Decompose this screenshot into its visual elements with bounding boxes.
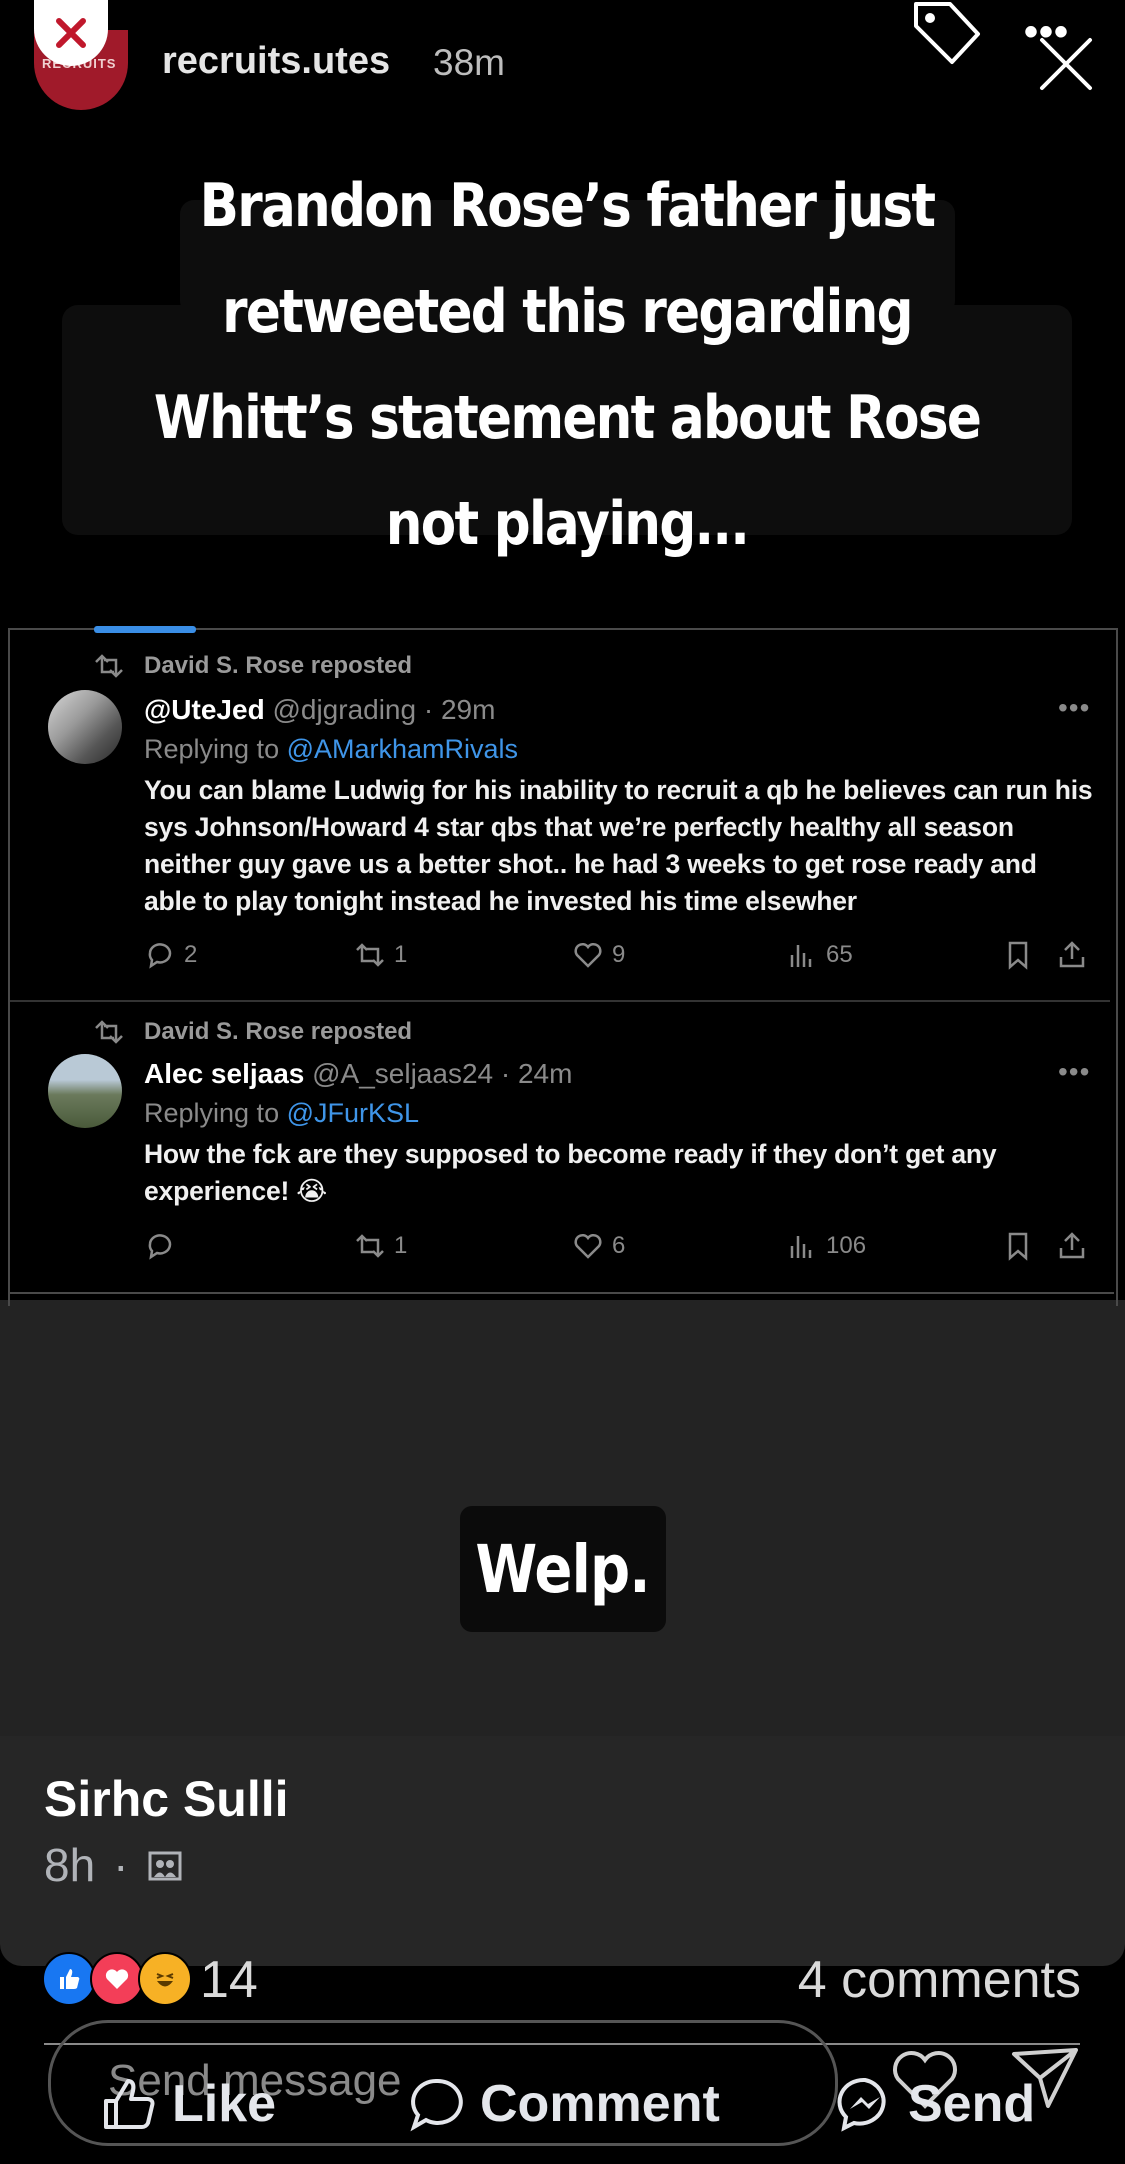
tweet-actions: 2 1 9 65	[144, 939, 1094, 979]
close-icon	[56, 18, 86, 48]
retweet-button[interactable]: 1	[354, 939, 407, 971]
thumbs-up-icon	[104, 2079, 155, 2129]
share-icon	[1059, 1232, 1085, 1259]
views-icon	[790, 945, 812, 967]
reaction-icons[interactable]	[42, 1952, 192, 2006]
reply-icon	[148, 1234, 172, 1260]
views-button[interactable]: 65	[786, 939, 853, 971]
tweet-header: @UteJed @djgrading · 29m	[144, 694, 495, 726]
tweet-actions: 1 6 106	[144, 1230, 1094, 1270]
haha-reaction-icon	[138, 1952, 192, 2006]
tweet-card: David S. Rose reposted @UteJed @djgradin…	[10, 636, 1110, 1002]
reply-button[interactable]	[144, 1230, 184, 1262]
heart-icon	[574, 942, 602, 968]
send-action-button[interactable]: Send	[836, 2074, 1035, 2134]
repost-label: David S. Rose reposted	[144, 652, 413, 679]
share-button[interactable]	[1056, 939, 1088, 971]
repost-icon	[95, 1020, 123, 1044]
tweet-more-icon[interactable]: •••	[1058, 1056, 1090, 1088]
retweet-button[interactable]: 1	[354, 1230, 407, 1262]
tweet-body: How the fck are they supposed to become …	[144, 1139, 997, 1206]
send-action-label: Send	[908, 2075, 1036, 2133]
story-time-ago: 38m	[433, 42, 505, 83]
replying-to-line: Replying to @JFurKSL	[144, 1098, 419, 1129]
views-count: 106	[826, 1232, 867, 1259]
tweet-author-name[interactable]: Alec seljaas	[144, 1058, 304, 1089]
story-progress-bar	[94, 626, 196, 633]
tweet-card: David S. Rose reposted Alec seljaas @A_s…	[10, 1002, 1110, 1294]
like-button[interactable]: 9	[572, 939, 625, 971]
retweet-icon	[356, 1234, 384, 1258]
post-meta: 8h ·	[44, 1838, 183, 1892]
retweet-count: 1	[394, 941, 408, 968]
share-button[interactable]	[1056, 1230, 1088, 1262]
repost-line: David S. Rose reposted	[92, 652, 412, 680]
retweet-count: 1	[394, 1232, 408, 1259]
like-action-label: Like	[172, 2075, 277, 2133]
headline-container: Brandon Rose’s father just retweeted thi…	[62, 171, 1072, 559]
messenger-icon	[837, 2077, 886, 2132]
heart-icon	[574, 1233, 602, 1259]
replying-prefix: Replying to	[144, 734, 287, 764]
like-action-button[interactable]: Like	[100, 2074, 276, 2134]
story-caption: Welp.	[475, 1530, 651, 1608]
bookmark-button[interactable]	[1002, 1230, 1034, 1262]
replying-prefix: Replying to	[144, 1098, 287, 1128]
love-reaction-icon	[90, 1952, 144, 2006]
reply-icon	[148, 943, 172, 969]
tweet-body: You can blame Ludwig for his inability t…	[144, 775, 1093, 916]
comment-bubble-icon	[410, 2078, 463, 2132]
avatar[interactable]	[48, 1054, 122, 1128]
bookmark-icon	[1008, 941, 1028, 970]
views-icon	[790, 1236, 812, 1258]
tweet-frame-bottom	[8, 1292, 1114, 1294]
tweet-handle-time: @djgrading · 29m	[272, 694, 496, 725]
replying-to-mention[interactable]: @AMarkhamRivals	[287, 734, 518, 764]
like-reaction-icon	[42, 1952, 96, 2006]
repost-label: David S. Rose reposted	[144, 1018, 413, 1045]
repost-icon	[95, 654, 123, 678]
tag-icon[interactable]	[902, 0, 982, 70]
share-icon	[1059, 941, 1085, 968]
story-headline: Brandon Rose’s father just retweeted thi…	[153, 171, 982, 559]
replying-to-line: Replying to @AMarkhamRivals	[144, 734, 518, 765]
x-icon[interactable]	[1036, 34, 1096, 94]
post-time: 8h	[44, 1839, 96, 1891]
reaction-count[interactable]: 14	[200, 1950, 258, 2010]
reply-count: 2	[184, 941, 198, 968]
repost-line: David S. Rose reposted	[92, 1018, 412, 1046]
retweet-icon	[356, 943, 384, 967]
tweet-handle-time: @A_seljaas24 · 24m	[312, 1058, 573, 1089]
replying-to-mention[interactable]: @JFurKSL	[287, 1098, 419, 1128]
views-button[interactable]: 106	[786, 1230, 866, 1262]
bookmark-icon	[1008, 1232, 1028, 1261]
tweet-more-icon[interactable]: •••	[1058, 692, 1090, 724]
views-count: 65	[826, 941, 853, 968]
tweet-author-name[interactable]: @UteJed	[144, 694, 265, 725]
like-count: 6	[612, 1232, 626, 1259]
privacy-icon	[148, 1851, 181, 1881]
story-username[interactable]: recruits.utes	[162, 40, 390, 83]
bookmark-button[interactable]	[1002, 939, 1034, 971]
avatar[interactable]	[48, 690, 122, 764]
comments-count[interactable]: 4 comments	[798, 1950, 1081, 2010]
meta-separator: ·	[113, 1839, 129, 1891]
story-caption-box: Welp.	[460, 1506, 666, 1632]
like-button[interactable]: 6	[572, 1230, 625, 1262]
comment-action-button[interactable]: Comment	[408, 2074, 720, 2134]
poster-name[interactable]: Sirhc Sulli	[44, 1770, 289, 1828]
comment-action-label: Comment	[480, 2075, 720, 2133]
tweet-header: Alec seljaas @A_seljaas24 · 24m	[144, 1058, 572, 1090]
reply-button[interactable]: 2	[144, 939, 197, 971]
like-count: 9	[612, 941, 626, 968]
